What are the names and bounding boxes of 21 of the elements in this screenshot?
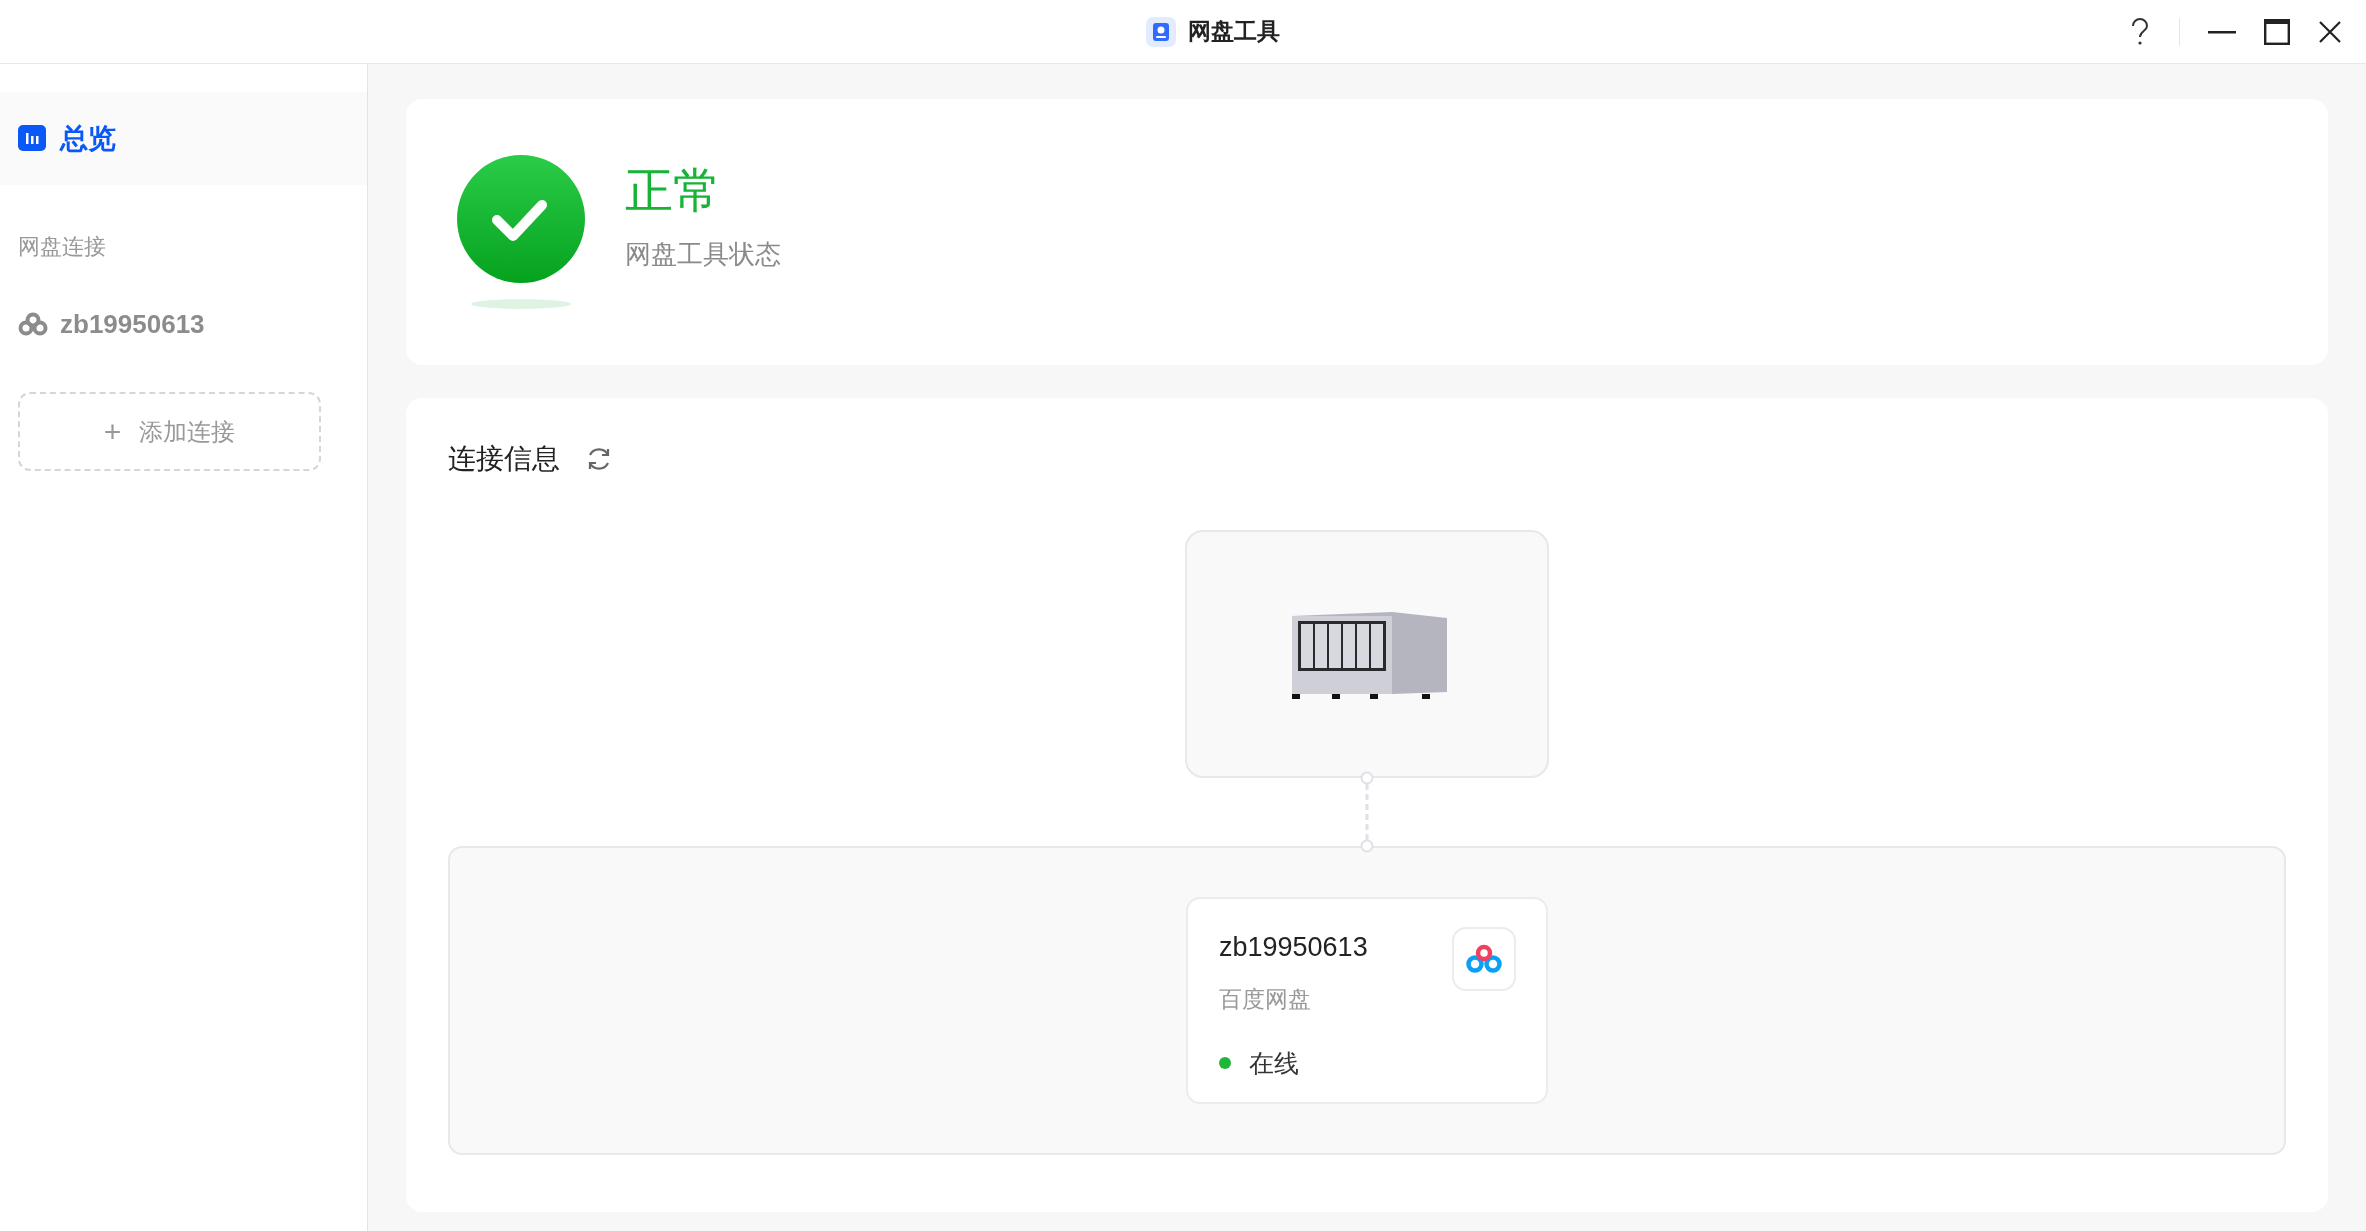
connection-card[interactable]: zb19950613 百度网盘 在线 bbox=[1186, 897, 1548, 1104]
connection-name: zb19950613 bbox=[1219, 931, 1368, 964]
minimize-icon[interactable] bbox=[2208, 29, 2236, 34]
sidebar-account-item[interactable]: zb19950613 bbox=[0, 299, 367, 349]
add-connection-button[interactable]: + 添加连接 bbox=[18, 392, 321, 471]
close-icon[interactable] bbox=[2318, 19, 2342, 44]
provider-name: 百度网盘 bbox=[1219, 984, 1311, 1014]
refresh-icon[interactable] bbox=[586, 446, 612, 472]
section-label: 网盘连接 bbox=[17, 233, 107, 261]
status-text: 在线 bbox=[1249, 1047, 1299, 1079]
help-icon[interactable] bbox=[2129, 16, 2151, 47]
cloud-icon bbox=[18, 312, 48, 336]
app-logo-icon bbox=[1146, 16, 1176, 47]
section-title: 连接信息 bbox=[448, 442, 560, 476]
maximize-icon[interactable] bbox=[2264, 18, 2290, 45]
window-title: 网盘工具 bbox=[1188, 17, 1280, 47]
status-subtitle: 网盘工具状态 bbox=[625, 237, 781, 271]
cloud-logo-icon bbox=[1465, 944, 1503, 974]
chart-icon bbox=[18, 124, 46, 153]
status-title: 正常 bbox=[625, 162, 722, 219]
sidebar-nav-item[interactable]: 总览 bbox=[0, 92, 367, 185]
